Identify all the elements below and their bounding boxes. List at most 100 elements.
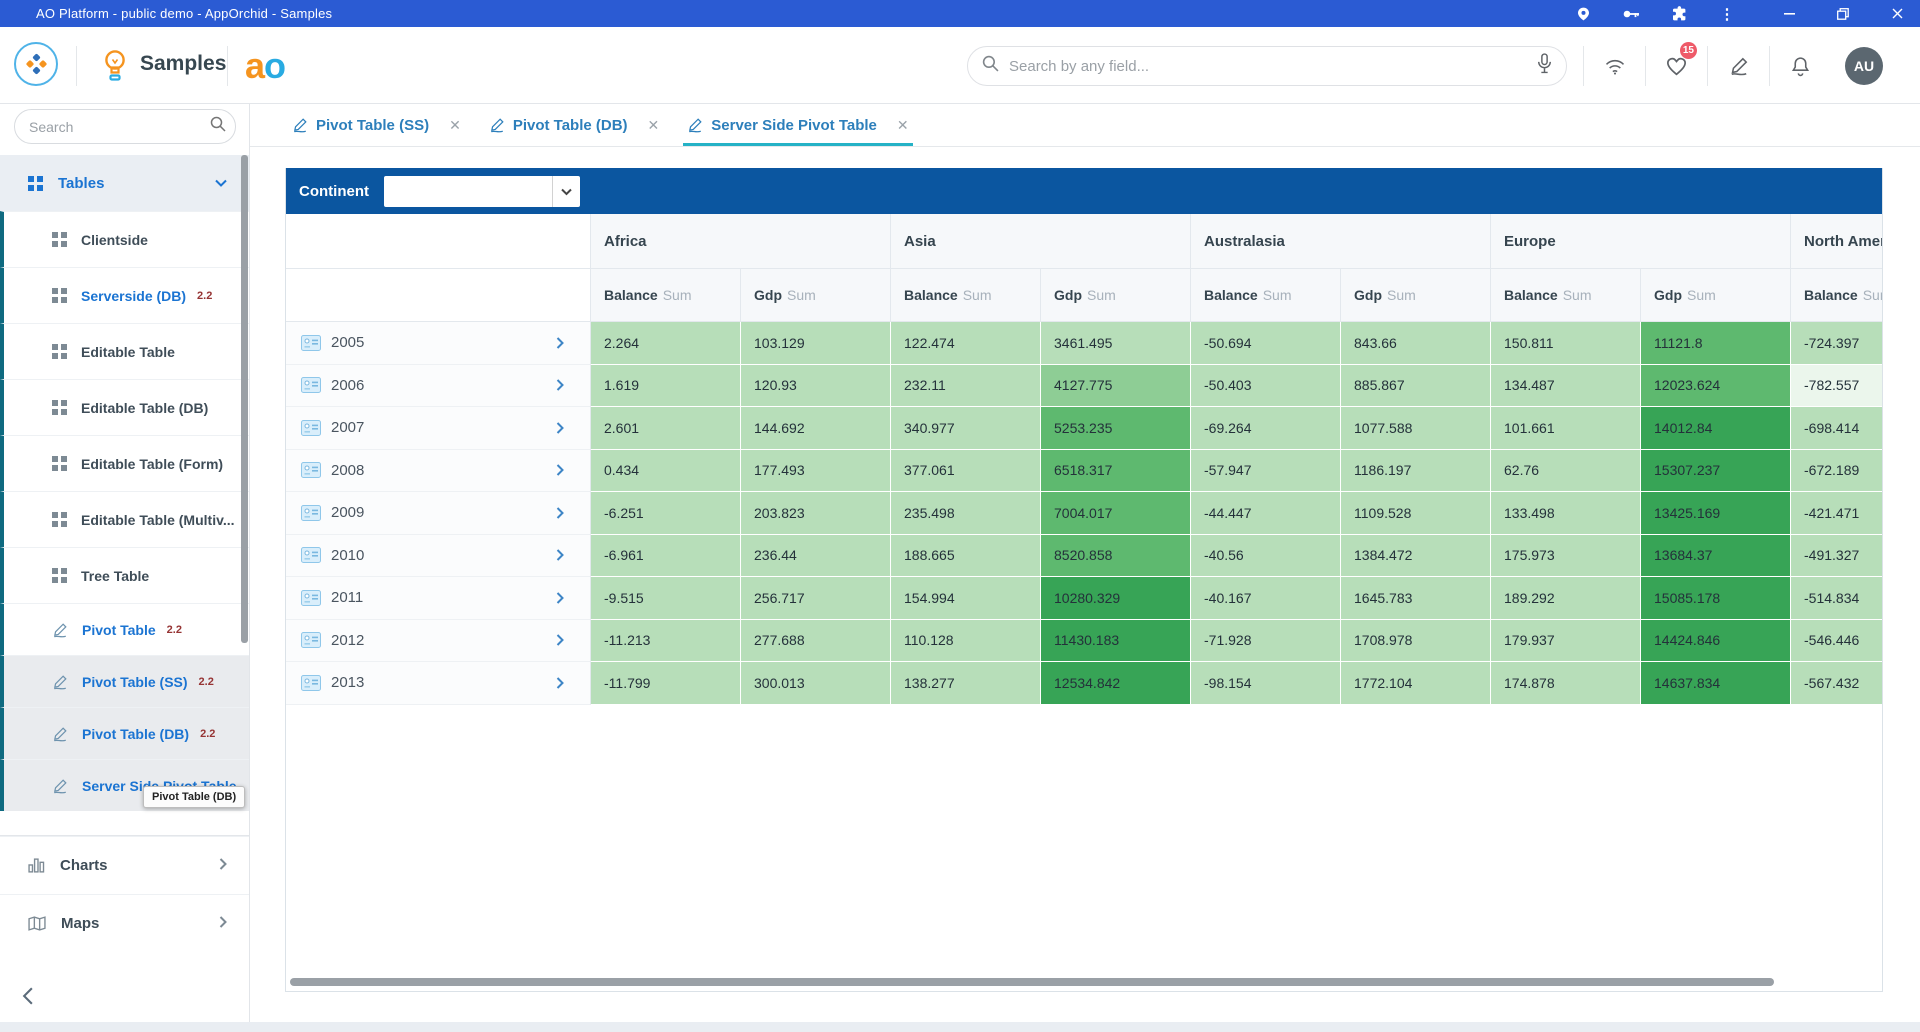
expand-row-icon[interactable] (556, 422, 564, 434)
row-header-2009[interactable]: 2009 (286, 492, 591, 535)
pivot-value-cell[interactable]: 144.692 (741, 407, 891, 450)
user-avatar[interactable]: AU (1845, 47, 1883, 85)
sidebar-section-maps[interactable]: Maps (0, 894, 249, 952)
expand-row-icon[interactable] (556, 464, 564, 476)
pivot-value-cell[interactable]: 6518.317 (1041, 450, 1191, 493)
horizontal-scrollbar[interactable] (290, 978, 1774, 986)
pivot-value-cell[interactable]: 277.688 (741, 620, 891, 663)
pivot-value-cell[interactable]: -9.515 (591, 577, 741, 620)
pivot-value-cell[interactable]: 179.937 (1491, 620, 1641, 663)
pivot-value-cell[interactable]: 154.994 (891, 577, 1041, 620)
pivot-value-cell[interactable]: -724.397 (1791, 322, 1882, 365)
close-button[interactable] (1888, 0, 1906, 27)
sidebar-section-charts[interactable]: Charts (0, 836, 249, 894)
global-search-input[interactable] (1009, 58, 1537, 75)
pivot-value-cell[interactable]: 15307.237 (1641, 450, 1791, 493)
expand-row-icon[interactable] (556, 677, 564, 689)
sidebar-item-editable-table-form[interactable]: Editable Table (Form) (0, 435, 249, 491)
pivot-value-cell[interactable]: 235.498 (891, 492, 1041, 535)
tab-server-side-pivot-table[interactable]: Server Side Pivot Table✕ (687, 104, 908, 146)
pivot-value-cell[interactable]: 110.128 (891, 620, 1041, 663)
pivot-value-cell[interactable]: -98.154 (1191, 662, 1341, 705)
pivot-value-cell[interactable]: -546.446 (1791, 620, 1882, 663)
location-pin-icon[interactable] (1574, 0, 1592, 27)
pivot-value-cell[interactable]: -567.432 (1791, 662, 1882, 705)
pivot-value-cell[interactable]: 300.013 (741, 662, 891, 705)
pivot-value-cell[interactable]: 0.434 (591, 450, 741, 493)
column-header-asia-gdp[interactable]: GdpSum (1041, 269, 1191, 322)
expand-row-icon[interactable] (556, 592, 564, 604)
pivot-value-cell[interactable]: 101.661 (1491, 407, 1641, 450)
pivot-value-cell[interactable]: 13425.169 (1641, 492, 1791, 535)
pivot-value-cell[interactable]: -698.414 (1791, 407, 1882, 450)
pivot-value-cell[interactable]: -11.799 (591, 662, 741, 705)
column-header-asia-balance[interactable]: BalanceSum (891, 269, 1041, 322)
pivot-value-cell[interactable]: -40.56 (1191, 535, 1341, 578)
key-icon[interactable] (1622, 0, 1640, 27)
ao-brand-logo[interactable]: ao (245, 45, 285, 87)
pivot-value-cell[interactable]: 4127.775 (1041, 365, 1191, 408)
sidebar-collapse-button[interactable] (20, 987, 36, 1010)
signature-button[interactable] (1707, 46, 1769, 86)
expand-row-icon[interactable] (556, 549, 564, 561)
pivot-value-cell[interactable]: 174.878 (1491, 662, 1641, 705)
pivot-value-cell[interactable]: 175.973 (1491, 535, 1641, 578)
favorites-button[interactable]: 15 (1645, 46, 1707, 86)
global-search[interactable] (967, 46, 1567, 86)
sidebar-section-tables[interactable]: Tables (0, 155, 249, 211)
pivot-value-cell[interactable]: -6.251 (591, 492, 741, 535)
pivot-value-cell[interactable]: 103.129 (741, 322, 891, 365)
pivot-value-cell[interactable]: 120.93 (741, 365, 891, 408)
pivot-value-cell[interactable]: 5253.235 (1041, 407, 1191, 450)
column-header-africa-balance[interactable]: BalanceSum (591, 269, 741, 322)
extensions-puzzle-icon[interactable] (1670, 0, 1688, 27)
pivot-value-cell[interactable]: 14424.846 (1641, 620, 1791, 663)
column-header-australasia-balance[interactable]: BalanceSum (1191, 269, 1341, 322)
sidebar-search[interactable] (14, 109, 236, 144)
pivot-value-cell[interactable]: -782.557 (1791, 365, 1882, 408)
pivot-value-cell[interactable]: -40.167 (1191, 577, 1341, 620)
lightbulb-icon[interactable] (102, 49, 128, 88)
pivot-value-cell[interactable]: 13684.37 (1641, 535, 1791, 578)
pivot-value-cell[interactable]: 232.11 (891, 365, 1041, 408)
microphone-icon[interactable] (1537, 53, 1552, 79)
pivot-value-cell[interactable]: -57.947 (1191, 450, 1341, 493)
pivot-value-cell[interactable]: 1772.104 (1341, 662, 1491, 705)
row-header-2011[interactable]: 2011 (286, 577, 591, 620)
row-header-2006[interactable]: 2006 (286, 365, 591, 408)
column-header-australasia-gdp[interactable]: GdpSum (1341, 269, 1491, 322)
pivot-value-cell[interactable]: -69.264 (1191, 407, 1341, 450)
wifi-button[interactable] (1583, 46, 1645, 86)
pivot-value-cell[interactable]: 177.493 (741, 450, 891, 493)
column-header-europe-balance[interactable]: BalanceSum (1491, 269, 1641, 322)
pivot-value-cell[interactable]: -421.471 (1791, 492, 1882, 535)
pivot-value-cell[interactable]: 12023.624 (1641, 365, 1791, 408)
sidebar-scrollbar[interactable] (241, 155, 248, 643)
tab-pivot-table-db[interactable]: Pivot Table (DB)✕ (489, 104, 659, 146)
sidebar-item-editable-table-multiv[interactable]: Editable Table (Multiv... (0, 491, 249, 547)
pivot-value-cell[interactable]: 1186.197 (1341, 450, 1491, 493)
pivot-value-cell[interactable]: 843.66 (1341, 322, 1491, 365)
expand-row-icon[interactable] (556, 379, 564, 391)
pivot-value-cell[interactable]: 11121.8 (1641, 322, 1791, 365)
tab-close-icon[interactable]: ✕ (648, 117, 660, 134)
sidebar-item-pivot-table[interactable]: Pivot Table2.2 (0, 603, 249, 655)
pivot-value-cell[interactable]: 10280.329 (1041, 577, 1191, 620)
pivot-value-cell[interactable]: 1384.472 (1341, 535, 1491, 578)
sidebar-search-input[interactable] (29, 119, 210, 135)
column-header-africa-gdp[interactable]: GdpSum (741, 269, 891, 322)
pivot-value-cell[interactable]: 15085.178 (1641, 577, 1791, 620)
row-header-2012[interactable]: 2012 (286, 620, 591, 663)
pivot-value-cell[interactable]: 2.264 (591, 322, 741, 365)
row-header-2010[interactable]: 2010 (286, 535, 591, 578)
expand-row-icon[interactable] (556, 634, 564, 646)
column-header-europe-gdp[interactable]: GdpSum (1641, 269, 1791, 322)
pivot-value-cell[interactable]: 377.061 (891, 450, 1041, 493)
restore-button[interactable] (1834, 0, 1852, 27)
sidebar-item-tree-table[interactable]: Tree Table (0, 547, 249, 603)
row-header-2005[interactable]: 2005 (286, 322, 591, 365)
pivot-value-cell[interactable]: 256.717 (741, 577, 891, 620)
row-header-2008[interactable]: 2008 (286, 450, 591, 493)
pivot-value-cell[interactable]: 62.76 (1491, 450, 1641, 493)
pivot-value-cell[interactable]: -11.213 (591, 620, 741, 663)
